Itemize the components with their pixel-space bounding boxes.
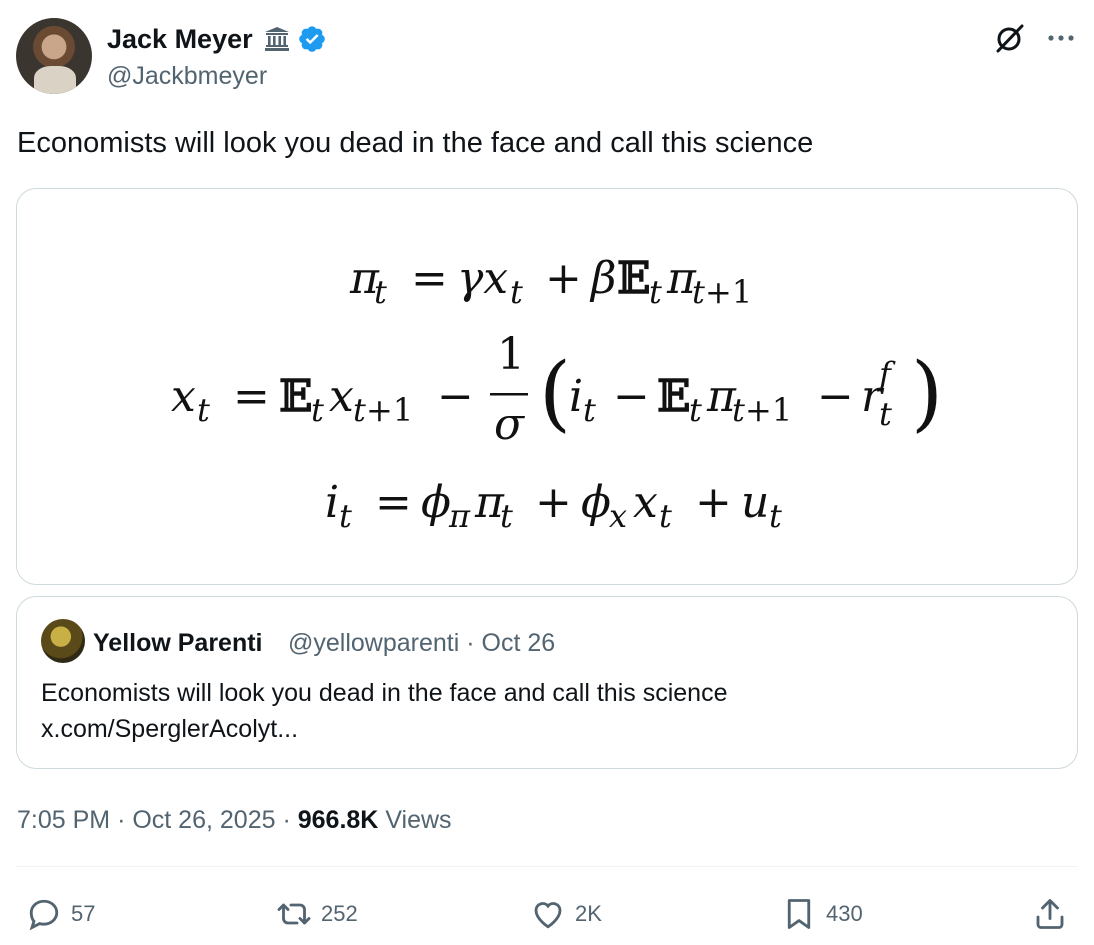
svg-text:u: u	[741, 477, 769, 528]
svg-text:+1: +1	[745, 391, 792, 429]
svg-text:=: =	[233, 371, 270, 422]
svg-text:x: x	[329, 371, 354, 422]
tweet-time[interactable]: 7:05 PM	[17, 806, 110, 834]
author-name-row[interactable]: Jack Meyer	[107, 22, 327, 56]
views-label: Views	[385, 806, 452, 834]
tweet-date[interactable]: Oct 26, 2025	[132, 806, 275, 834]
equation-line-1: π t = γx t + β 𝔼 t π t +1	[349, 253, 752, 311]
svg-text:t: t	[500, 497, 513, 535]
svg-text:i: i	[569, 371, 583, 422]
government-building-icon	[264, 27, 289, 51]
svg-text:t: t	[692, 273, 705, 311]
equation-image: π t = γx t + β 𝔼 t π t +1 x t = 𝔼 t x t …	[171, 253, 943, 535]
svg-text:+: +	[535, 477, 572, 528]
repost-icon	[277, 903, 311, 925]
svg-text:t: t	[879, 395, 892, 433]
svg-text:γx: γx	[457, 253, 508, 304]
share-button[interactable]	[1032, 896, 1068, 932]
svg-text:x: x	[633, 477, 658, 528]
svg-text:+: +	[695, 477, 732, 528]
svg-text:f: f	[877, 355, 896, 393]
svg-text:t: t	[732, 391, 745, 429]
svg-text:σ: σ	[494, 399, 526, 450]
author-name[interactable]: Jack Meyer	[107, 22, 253, 56]
quoted-tweet-text: Economists will look you dead in the fac…	[41, 679, 728, 707]
verified-badge-icon[interactable]	[297, 24, 327, 54]
svg-text:+1: +1	[366, 391, 413, 429]
svg-text:t: t	[769, 497, 782, 535]
svg-text:): )	[911, 346, 943, 441]
svg-text:−: −	[613, 371, 650, 422]
share-icon	[1036, 899, 1064, 929]
like-count: 2K	[575, 901, 602, 926]
quoted-author-meta[interactable]: @yellowparenti · Oct 26	[288, 627, 555, 659]
svg-text:t: t	[311, 391, 324, 429]
svg-text:x: x	[609, 497, 627, 535]
quoted-author-name[interactable]: Yellow Parenti	[93, 627, 263, 659]
svg-text:π: π	[448, 497, 471, 535]
tweet-media-equations[interactable]: π t = γx t + β 𝔼 t π t +1 x t = 𝔼 t x t …	[16, 188, 1078, 585]
svg-text:t: t	[339, 497, 352, 535]
svg-text:(: (	[539, 346, 571, 441]
repost-count: 252	[321, 901, 358, 926]
svg-text:−: −	[817, 371, 854, 422]
svg-text:x: x	[171, 371, 196, 422]
reply-count: 57	[71, 901, 96, 926]
svg-text:ϕ: ϕ	[581, 477, 611, 528]
quoted-tweet[interactable]: Yellow Parenti @yellowparenti · Oct 26 E…	[16, 596, 1078, 769]
svg-text:ϕ: ϕ	[421, 477, 451, 528]
bookmark-button[interactable]: 430	[781, 896, 863, 932]
svg-text:=: =	[375, 477, 412, 528]
bookmark-icon	[787, 899, 811, 929]
svg-text:t: t	[659, 497, 672, 535]
heart-icon	[534, 902, 562, 929]
svg-text:𝔼: 𝔼	[617, 253, 651, 304]
views-count: 966.8K	[297, 806, 379, 834]
svg-text:β: β	[589, 253, 616, 304]
equation-line-3: i t = ϕ π π t + ϕ x x t + u t	[325, 477, 782, 535]
svg-text:+1: +1	[705, 273, 752, 311]
svg-text:t: t	[510, 273, 523, 311]
svg-text:t: t	[649, 273, 662, 311]
reply-icon	[29, 899, 59, 931]
quoted-tweet-link[interactable]: x.com/SperglerAcolyt...	[41, 711, 1051, 747]
repost-button[interactable]: 252	[276, 896, 358, 932]
svg-text:−: −	[437, 371, 474, 422]
svg-text:t: t	[689, 391, 702, 429]
quoted-tweet-body: Economists will look you dead in the fac…	[41, 675, 1051, 747]
svg-text:t: t	[583, 391, 596, 429]
author-avatar[interactable]	[16, 18, 92, 94]
svg-text:t: t	[374, 273, 387, 311]
svg-text:t: t	[353, 391, 366, 429]
tweet-text: Economists will look you dead in the fac…	[17, 127, 814, 159]
more-icon[interactable]	[1046, 27, 1076, 49]
bookmark-count: 430	[826, 901, 863, 926]
grok-icon[interactable]	[994, 22, 1026, 54]
separator-dot: ·	[117, 806, 133, 834]
reply-button[interactable]: 57	[26, 896, 95, 932]
svg-text:1: 1	[497, 329, 525, 380]
svg-text:=: =	[411, 253, 448, 304]
quoted-author-avatar[interactable]	[41, 619, 85, 663]
like-button[interactable]: 2K	[530, 896, 602, 932]
svg-text:t: t	[197, 391, 210, 429]
author-handle[interactable]: @Jackbmeyer	[107, 60, 267, 92]
svg-text:𝔼: 𝔼	[279, 371, 313, 422]
svg-text:i: i	[325, 477, 339, 528]
equation-line-2: x t = 𝔼 t x t +1 − 1 σ ( i t − 𝔼 t π t +…	[171, 329, 943, 450]
svg-text:+: +	[545, 253, 582, 304]
svg-text:𝔼: 𝔼	[657, 371, 691, 422]
separator-dot: ·	[282, 806, 298, 834]
divider	[16, 866, 1078, 867]
tweet-metadata: 7:05 PM · Oct 26, 2025 · 966.8K Views	[17, 804, 452, 836]
